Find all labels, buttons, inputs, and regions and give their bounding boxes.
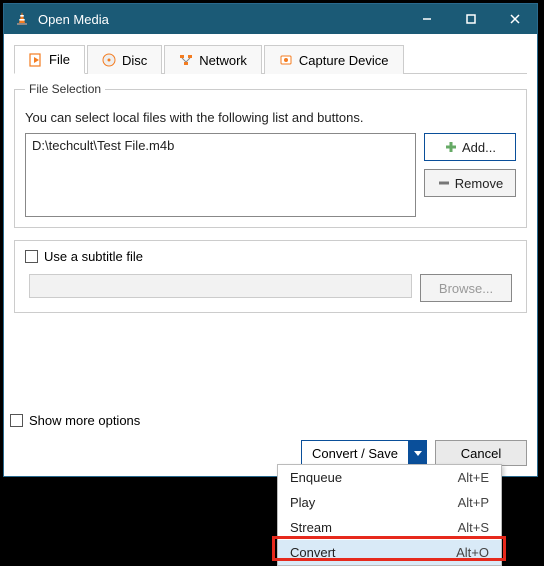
titlebar: Open Media xyxy=(4,4,537,34)
menu-item-shortcut: Alt+E xyxy=(458,470,489,485)
window-title: Open Media xyxy=(38,12,405,27)
footer-options: Show more options xyxy=(10,413,531,428)
remove-button-label: Remove xyxy=(455,176,503,191)
dropdown-caret[interactable] xyxy=(408,441,426,465)
file-selection-legend: File Selection xyxy=(25,82,105,96)
menu-item-convert[interactable]: Convert Alt+O xyxy=(278,540,501,565)
disc-icon xyxy=(102,53,116,67)
menu-item-shortcut: Alt+O xyxy=(456,545,489,560)
plus-icon xyxy=(444,140,458,154)
convert-save-menu: Enqueue Alt+E Play Alt+P Stream Alt+S Co… xyxy=(277,464,502,566)
file-selection-hint: You can select local files with the foll… xyxy=(25,110,516,125)
vlc-icon xyxy=(14,11,30,27)
cancel-button[interactable]: Cancel xyxy=(435,440,527,466)
remove-button[interactable]: Remove xyxy=(424,169,516,197)
file-icon xyxy=(29,53,43,67)
menu-item-shortcut: Alt+S xyxy=(458,520,489,535)
menu-item-play[interactable]: Play Alt+P xyxy=(278,490,501,515)
add-button[interactable]: Add... xyxy=(424,133,516,161)
menu-item-label: Stream xyxy=(290,520,458,535)
menu-item-stream[interactable]: Stream Alt+S xyxy=(278,515,501,540)
browse-button: Browse... xyxy=(420,274,512,302)
tab-disc-label: Disc xyxy=(122,53,147,68)
tab-disc[interactable]: Disc xyxy=(87,45,162,74)
chevron-down-icon xyxy=(414,449,422,457)
file-list[interactable]: D:\techcult\Test File.m4b xyxy=(25,133,416,217)
menu-item-enqueue[interactable]: Enqueue Alt+E xyxy=(278,465,501,490)
tab-network-label: Network xyxy=(199,53,247,68)
tab-strip: File Disc Network Capture Device xyxy=(14,44,527,74)
subtitle-section: Use a subtitle file Browse... xyxy=(14,240,527,313)
minus-icon xyxy=(437,176,451,190)
tab-capture-label: Capture Device xyxy=(299,53,389,68)
menu-item-label: Enqueue xyxy=(290,470,458,485)
tab-file-label: File xyxy=(49,52,70,67)
network-icon xyxy=(179,53,193,67)
subtitle-path-input xyxy=(29,274,412,298)
subtitle-checkbox[interactable] xyxy=(25,250,38,263)
show-more-checkbox[interactable] xyxy=(10,414,23,427)
show-more-label: Show more options xyxy=(29,413,140,428)
minimize-button[interactable] xyxy=(405,4,449,34)
convert-save-button[interactable]: Convert / Save xyxy=(301,440,427,466)
menu-item-shortcut: Alt+P xyxy=(458,495,489,510)
tab-capture[interactable]: Capture Device xyxy=(264,45,404,74)
open-media-window: Open Media File Disc Network Capture Dev… xyxy=(3,3,538,477)
close-button[interactable] xyxy=(493,4,537,34)
menu-item-label: Play xyxy=(290,495,458,510)
maximize-button[interactable] xyxy=(449,4,493,34)
add-button-label: Add... xyxy=(462,140,496,155)
menu-item-label: Convert xyxy=(290,545,456,560)
tab-network[interactable]: Network xyxy=(164,45,262,74)
browse-button-label: Browse... xyxy=(439,281,493,296)
convert-save-label: Convert / Save xyxy=(302,446,408,461)
content-area: File Disc Network Capture Device File Se… xyxy=(4,34,537,413)
capture-icon xyxy=(279,53,293,67)
tab-file[interactable]: File xyxy=(14,45,85,74)
file-selection-section: File Selection You can select local file… xyxy=(14,82,527,228)
cancel-button-label: Cancel xyxy=(461,446,501,461)
list-item[interactable]: D:\techcult\Test File.m4b xyxy=(32,138,409,153)
subtitle-checkbox-label: Use a subtitle file xyxy=(44,249,143,264)
